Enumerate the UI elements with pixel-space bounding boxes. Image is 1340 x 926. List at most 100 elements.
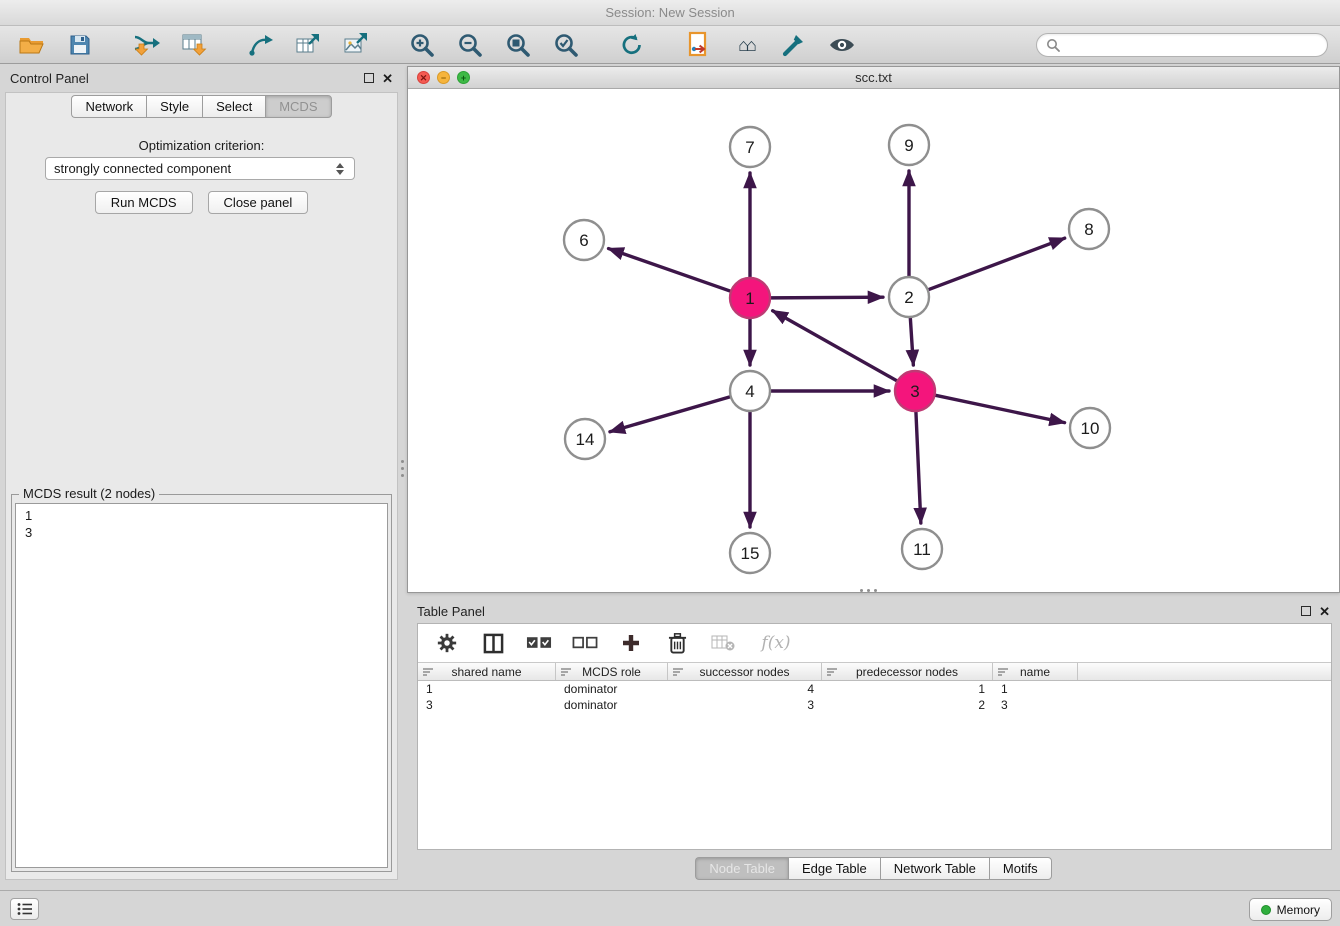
- close-control-panel-icon[interactable]: ✕: [382, 72, 393, 85]
- network-window-titlebar[interactable]: ✕ − + scc.txt: [408, 67, 1339, 89]
- edge-1-2[interactable]: [771, 297, 883, 298]
- table-row[interactable]: 1dominator411: [418, 681, 1331, 697]
- mcds-result-title: MCDS result (2 nodes): [19, 486, 159, 501]
- table-cell[interactable]: 2: [822, 698, 993, 712]
- memory-label: Memory: [1277, 903, 1320, 917]
- column-header-shared-name[interactable]: shared name: [418, 663, 556, 680]
- table-cell[interactable]: 1: [418, 682, 556, 696]
- graph-node-10[interactable]: 10: [1070, 408, 1110, 448]
- zoom-fit-button[interactable]: [498, 29, 538, 61]
- edge-4-14[interactable]: [610, 397, 730, 432]
- save-session-button[interactable]: [60, 29, 100, 61]
- graph-node-2[interactable]: 2: [889, 277, 929, 317]
- svg-text:11: 11: [913, 540, 931, 559]
- graph-node-4[interactable]: 4: [730, 371, 770, 411]
- column-header-successor-nodes[interactable]: successor nodes: [668, 663, 822, 680]
- network-canvas[interactable]: 7 9 6 8 1 2 4 3 14 10 15 11: [408, 89, 1339, 592]
- table-row[interactable]: 3dominator323: [418, 697, 1331, 713]
- table-cell[interactable]: 1: [822, 682, 993, 696]
- table-cell[interactable]: 3: [418, 698, 556, 712]
- delete-column-button[interactable]: [664, 630, 690, 656]
- add-column-button[interactable]: [618, 630, 644, 656]
- control-tab-select[interactable]: Select: [202, 95, 265, 118]
- export-table-button[interactable]: [288, 29, 328, 61]
- import-network-button[interactable]: [126, 29, 166, 61]
- control-tab-network[interactable]: Network: [71, 95, 146, 118]
- first-neighbors-button[interactable]: ⌂⌂: [726, 29, 766, 61]
- run-mcds-button[interactable]: Run MCDS: [95, 191, 193, 214]
- network-graph[interactable]: 7 9 6 8 1 2 4 3 14 10 15 11: [408, 89, 1339, 592]
- graph-node-15[interactable]: 15: [730, 533, 770, 573]
- table-settings-button[interactable]: [434, 630, 460, 656]
- graph-node-14[interactable]: 14: [565, 419, 605, 459]
- edge-3-11[interactable]: [916, 412, 921, 523]
- column-header-name[interactable]: name: [993, 663, 1078, 680]
- zoom-fit-icon: [505, 32, 531, 58]
- zoom-selected-button[interactable]: [546, 29, 586, 61]
- select-all-icon: [526, 634, 552, 652]
- control-tab-mcds[interactable]: MCDS: [265, 95, 331, 118]
- graph-node-1[interactable]: 1: [730, 278, 770, 318]
- table-cell[interactable]: dominator: [556, 698, 668, 712]
- import-table-button[interactable]: [174, 29, 214, 61]
- refresh-view-button[interactable]: [612, 29, 652, 61]
- optimization-criterion-label: Optimization criterion:: [0, 138, 403, 153]
- control-panel-title: Control Panel: [10, 71, 89, 86]
- apply-style-button[interactable]: [774, 29, 814, 61]
- deselect-all-rows-button[interactable]: [572, 630, 598, 656]
- table-tab-node-table[interactable]: Node Table: [695, 857, 788, 880]
- table-tab-network-table[interactable]: Network Table: [880, 857, 989, 880]
- close-window-icon[interactable]: ✕: [417, 71, 430, 84]
- close-panel-button[interactable]: Close panel: [208, 191, 309, 214]
- mcds-result-list[interactable]: 13: [15, 503, 388, 868]
- edge-1-6[interactable]: [609, 249, 731, 291]
- function-builder-button[interactable]: f(x): [756, 630, 796, 656]
- clone-network-button[interactable]: [678, 29, 718, 61]
- table-tab-edge-table[interactable]: Edge Table: [788, 857, 880, 880]
- gear-icon: [436, 632, 458, 654]
- open-session-button[interactable]: [12, 29, 52, 61]
- criterion-dropdown[interactable]: strongly connected component: [45, 157, 355, 180]
- edge-2-3[interactable]: [910, 318, 913, 365]
- column-header-predecessor-nodes[interactable]: predecessor nodes: [822, 663, 993, 680]
- close-table-panel-icon[interactable]: ✕: [1319, 605, 1330, 618]
- edge-3-10[interactable]: [936, 395, 1065, 422]
- graph-node-3[interactable]: 3: [895, 371, 935, 411]
- table-cell[interactable]: 1: [993, 682, 1078, 696]
- maximize-window-icon[interactable]: +: [457, 71, 470, 84]
- search-box[interactable]: [1036, 33, 1328, 57]
- float-panel-icon[interactable]: [364, 73, 374, 83]
- horizontal-splitter-handle[interactable]: [860, 589, 884, 593]
- show-columns-button[interactable]: [480, 630, 506, 656]
- graph-node-6[interactable]: 6: [564, 220, 604, 260]
- select-all-rows-button[interactable]: [526, 630, 552, 656]
- zoom-in-button[interactable]: [402, 29, 442, 61]
- graph-node-9[interactable]: 9: [889, 125, 929, 165]
- svg-text:8: 8: [1084, 220, 1093, 239]
- zoom-out-button[interactable]: [450, 29, 490, 61]
- task-history-button[interactable]: [10, 898, 39, 920]
- edge-3-1[interactable]: [773, 311, 897, 381]
- export-image-button[interactable]: [336, 29, 376, 61]
- edge-2-8[interactable]: [929, 238, 1065, 289]
- table-panel-tabs: Node TableEdge TableNetwork TableMotifs: [407, 857, 1340, 880]
- new-network-button[interactable]: [240, 29, 280, 61]
- table-cell[interactable]: dominator: [556, 682, 668, 696]
- column-header-MCDS-role[interactable]: MCDS role: [556, 663, 668, 680]
- window-titlebar[interactable]: Session: New Session: [0, 0, 1340, 26]
- table-cell[interactable]: 4: [668, 682, 822, 696]
- search-input[interactable]: [1065, 37, 1318, 52]
- table-cell[interactable]: 3: [668, 698, 822, 712]
- control-tab-style[interactable]: Style: [146, 95, 202, 118]
- vertical-splitter-handle[interactable]: [401, 460, 405, 482]
- minimize-window-icon[interactable]: −: [437, 71, 450, 84]
- graph-node-8[interactable]: 8: [1069, 209, 1109, 249]
- show-hide-button[interactable]: [822, 29, 862, 61]
- graph-node-11[interactable]: 11: [902, 529, 942, 569]
- float-table-panel-icon[interactable]: [1301, 606, 1311, 616]
- table-cell[interactable]: 3: [993, 698, 1078, 712]
- graph-node-7[interactable]: 7: [730, 127, 770, 167]
- table-tab-motifs[interactable]: Motifs: [989, 857, 1052, 880]
- delete-table-button[interactable]: [710, 630, 736, 656]
- memory-button[interactable]: Memory: [1249, 898, 1332, 921]
